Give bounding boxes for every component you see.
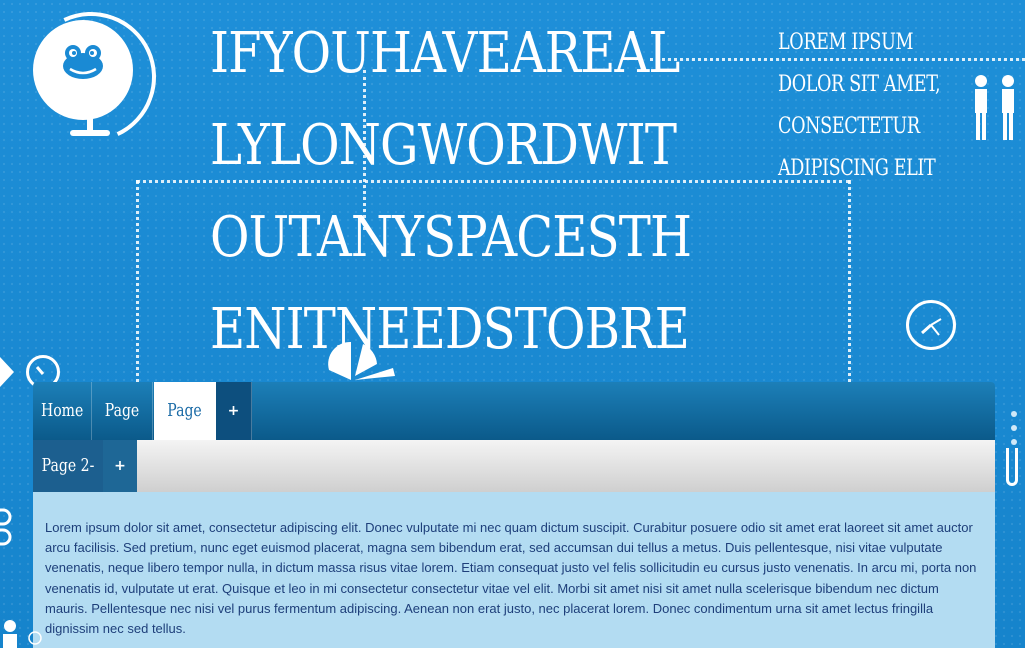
add-tab-button[interactable]: + bbox=[216, 382, 252, 440]
content-area: Lorem ipsum dolor sit amet, consectetur … bbox=[33, 492, 995, 648]
subtab-page-2-1[interactable]: Page 2-1 bbox=[33, 440, 103, 528]
chain-icon bbox=[0, 508, 12, 546]
clock-icon bbox=[906, 300, 956, 350]
tab-home[interactable]: Home bbox=[33, 382, 92, 440]
tab-page-2[interactable]: Page 2 bbox=[154, 382, 216, 479]
pie-chart-icon bbox=[328, 341, 395, 380]
tab-panel: Home Page 1 Page 2 + Page 2-1 + Lorem ip… bbox=[33, 382, 995, 648]
sub-tab-bar: Page 2-1 + bbox=[33, 440, 995, 528]
person-icon bbox=[3, 620, 17, 648]
tab-label: Home bbox=[40, 400, 84, 421]
person-icon bbox=[975, 75, 987, 140]
content-paragraph: Lorem ipsum dolor sit amet, consectetur … bbox=[45, 520, 977, 637]
globe-base bbox=[70, 130, 110, 136]
main-tab-bar: Home Page 1 Page 2 + bbox=[33, 382, 995, 479]
snowflake-icon bbox=[1011, 411, 1017, 445]
person-icon bbox=[1002, 75, 1014, 140]
add-subtab-button[interactable]: + bbox=[103, 440, 137, 492]
envelope-icon bbox=[0, 357, 14, 387]
test-tube-icon bbox=[1006, 448, 1018, 486]
site-tagline: Lorem ipsum dolor sit amet, consectetur … bbox=[778, 30, 941, 181]
frog-logo-icon[interactable] bbox=[62, 44, 104, 80]
lightbulb-icon bbox=[28, 631, 42, 645]
tab-page-1[interactable]: Page 1 bbox=[92, 382, 153, 479]
